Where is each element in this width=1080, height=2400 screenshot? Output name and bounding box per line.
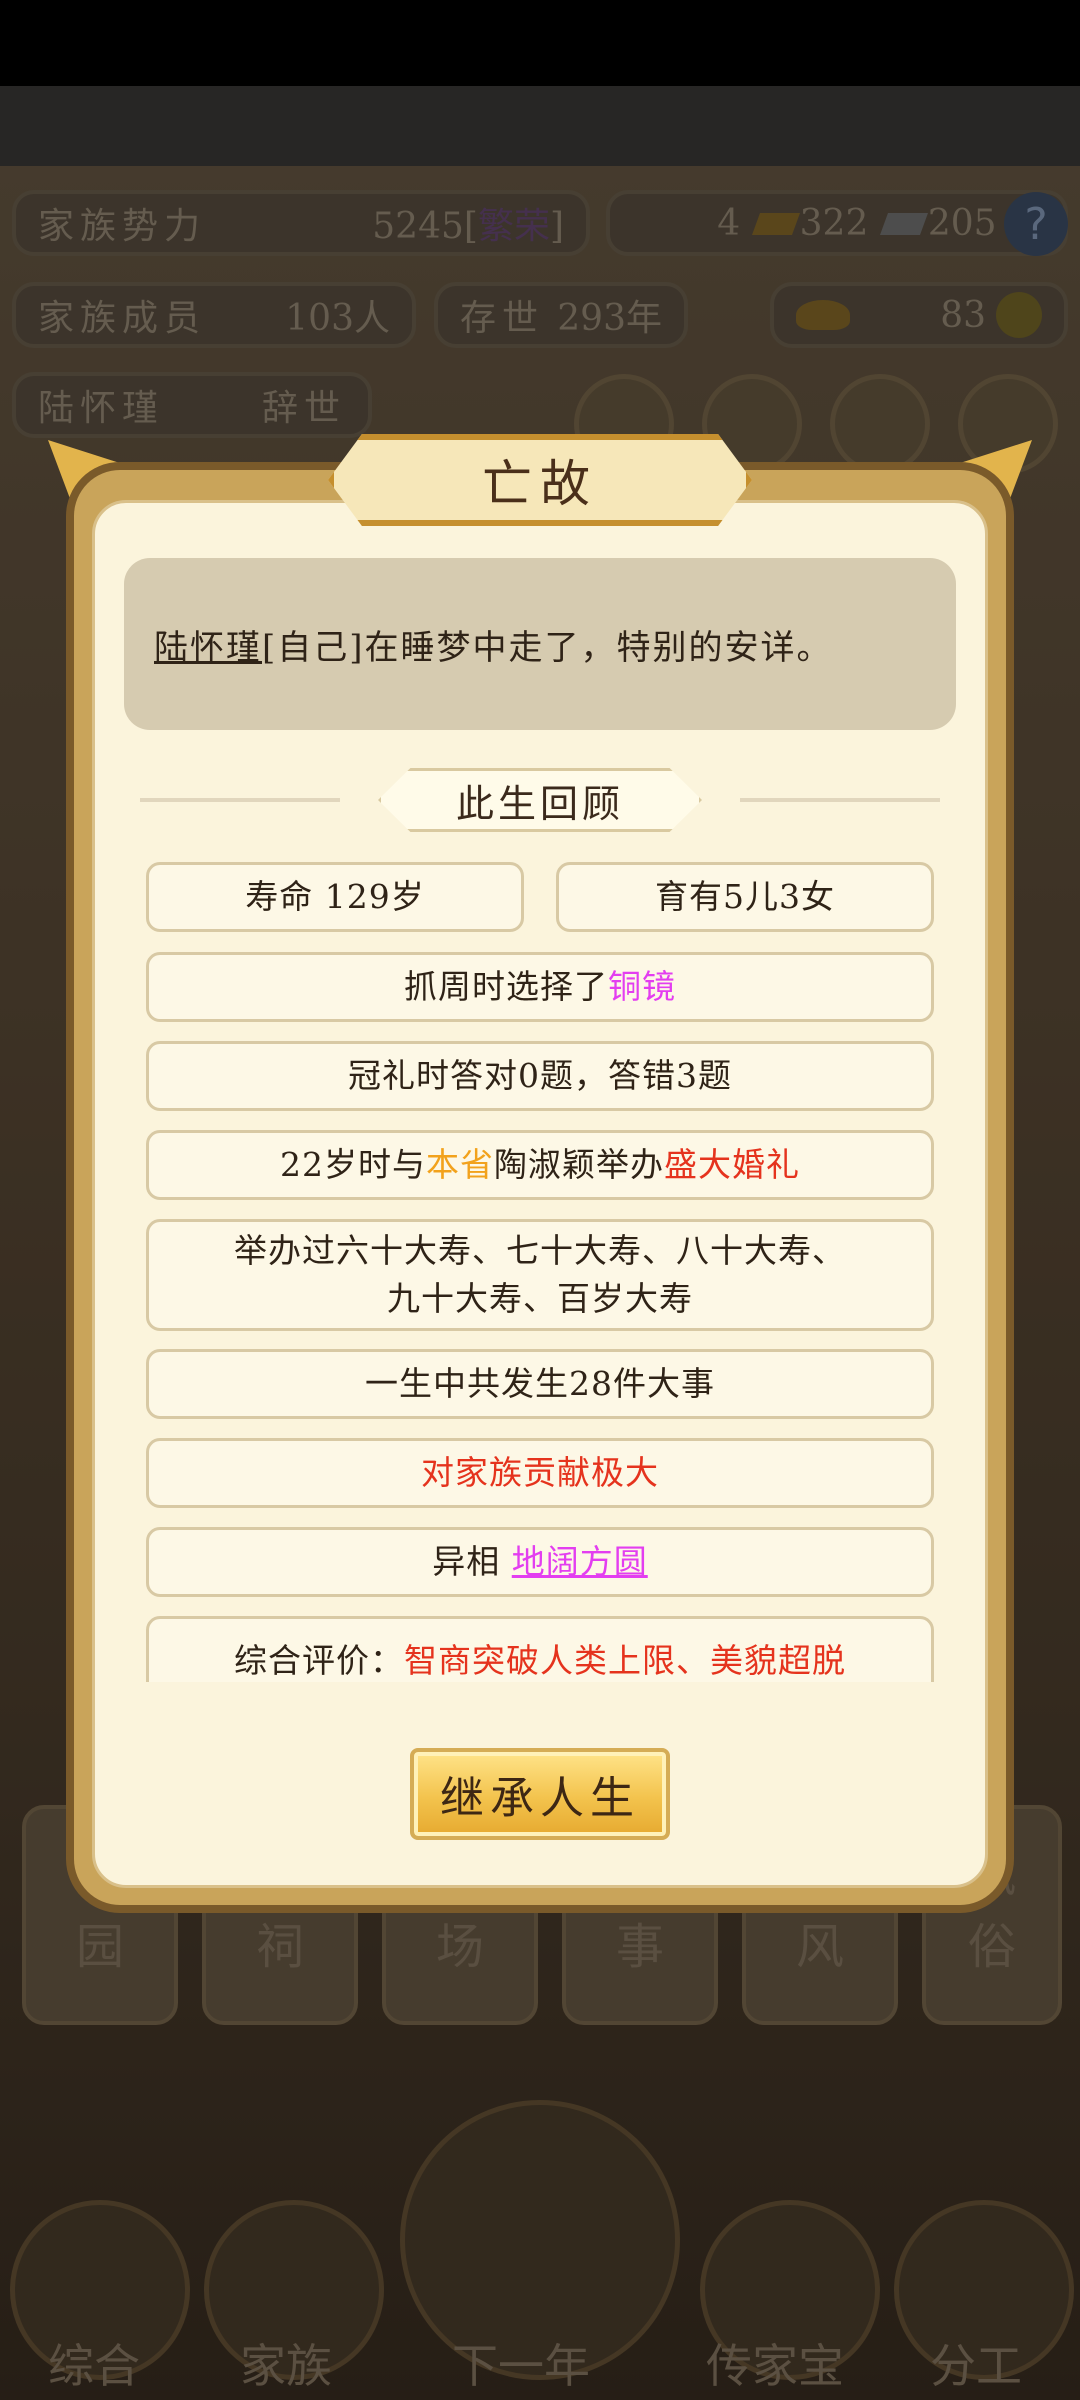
evaluation-trait-2: 美貌超脱 [710, 1641, 846, 1680]
birthdays-line-2: 九十大寿、百岁大寿 [387, 1279, 693, 1318]
section-divider-left [140, 798, 340, 802]
zhuazhou-prefix: 抓周时选择了 [404, 967, 608, 1006]
birthdays-line-1: 举办过六十大寿、七十大寿、八十大寿、 [234, 1231, 846, 1270]
zhuazhou-card: 抓周时选择了 铜镜 [146, 952, 934, 1022]
evaluation-separator: 、 [676, 1641, 710, 1680]
evaluation-card: 综合评价： 智商突破人类上限、美貌超脱 [146, 1616, 934, 1682]
deceased-name[interactable]: 陆怀瑾 [154, 620, 262, 669]
marriage-origin: 本省 [426, 1145, 494, 1184]
capping-ceremony-card: 冠礼时答对0题，答错3题 [146, 1041, 934, 1111]
evaluation-prefix: 综合评价： [234, 1641, 404, 1680]
events-text: 一生中共发生28件大事 [365, 1364, 715, 1403]
omen-value-link[interactable]: 地阔方圆 [512, 1538, 648, 1586]
death-message-text: [自己]在睡梦中走了，特别的安详。 [262, 627, 833, 668]
lifespan-text: 寿命 129岁 [245, 877, 425, 916]
contribution-card: 对家族贡献极大 [146, 1438, 934, 1508]
capping-ceremony-text: 冠礼时答对0题，答错3题 [348, 1056, 732, 1095]
omen-prefix: 异相 [432, 1542, 501, 1581]
marriage-mid: 陶淑颖举办 [494, 1145, 664, 1184]
marriage-card: 22岁时与 本省 陶淑颖举办 盛大婚礼 [146, 1130, 934, 1200]
events-card: 一生中共发生28件大事 [146, 1349, 934, 1419]
life-review-heading: 此生回顾 [378, 768, 702, 832]
children-card: 育有5儿3女 [556, 862, 934, 932]
marriage-type: 盛大婚礼 [664, 1145, 800, 1184]
marriage-prefix: 22岁时与 [280, 1145, 426, 1184]
inherit-life-button[interactable]: 继承人生 [410, 1748, 670, 1840]
lifespan-card: 寿命 129岁 [146, 862, 524, 932]
death-message: 陆怀瑾 [自己]在睡梦中走了，特别的安详。 [124, 558, 956, 730]
status-bar [0, 0, 1080, 86]
zhuazhou-item: 铜镜 [608, 967, 676, 1006]
section-divider-right [740, 798, 940, 802]
modal-title: 亡故 [328, 434, 752, 526]
children-text: 育有5儿3女 [655, 877, 835, 916]
evaluation-trait-1: 智商突破人类上限 [404, 1641, 676, 1680]
life-review-list[interactable]: 寿命 129岁 育有5儿3女 抓周时选择了 铜镜 冠礼时答对0题，答错3题 22岁… [146, 862, 934, 1682]
contribution-text: 对家族贡献极大 [421, 1453, 659, 1492]
birthdays-card: 举办过六十大寿、七十大寿、八十大寿、 九十大寿、百岁大寿 [146, 1219, 934, 1331]
omen-card: 异相 地阔方圆 [146, 1527, 934, 1597]
